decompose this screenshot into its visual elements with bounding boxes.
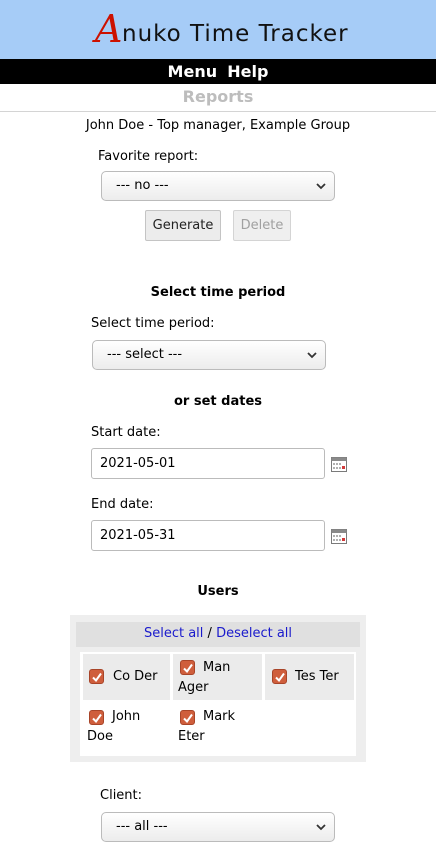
time-period-heading: Select time period — [150, 285, 286, 300]
delete-button[interactable]: Delete — [233, 210, 291, 241]
user-name: John — [112, 709, 141, 724]
help-link[interactable]: Help — [227, 62, 268, 81]
end-date-label: End date: — [91, 497, 154, 512]
user-info: John Doe - Top manager, Example Group — [85, 118, 351, 133]
checkmark-icon — [92, 672, 102, 683]
chevron-down-icon — [316, 183, 326, 190]
client-select[interactable]: --- all --- — [101, 812, 335, 842]
user-checkbox[interactable] — [180, 710, 195, 725]
calendar-icon[interactable] — [331, 457, 347, 472]
set-dates-heading: or set dates — [173, 394, 262, 409]
app-logo[interactable]: A nuko Time Tracker — [0, 0, 436, 59]
end-date-input[interactable]: 2021-05-31 — [91, 520, 325, 551]
user-name: Co Der — [113, 669, 158, 684]
checkmark-icon — [183, 713, 193, 724]
menu-link[interactable]: Menu — [168, 62, 218, 81]
user-checkbox-item[interactable]: Man Ager — [173, 654, 262, 700]
menu-bar: Menu Help — [0, 59, 436, 84]
calendar-icon[interactable] — [331, 529, 347, 544]
link-separator: / — [207, 626, 212, 641]
deselect-all-link[interactable]: Deselect all — [216, 626, 292, 641]
page-title: Reports — [182, 87, 254, 106]
users-heading: Users — [197, 584, 239, 599]
user-name: Mark — [203, 709, 236, 724]
logo-text: nuko Time Tracker — [122, 21, 349, 47]
client-value: --- all --- — [116, 819, 168, 834]
chevron-down-icon — [307, 352, 317, 359]
user-checkbox[interactable] — [180, 660, 195, 675]
checkmark-icon — [275, 672, 285, 683]
user-checkbox[interactable] — [89, 710, 104, 725]
user-name: Man — [203, 660, 231, 675]
app-header: A nuko Time Tracker — [0, 0, 436, 59]
user-name-line2: Ager — [178, 680, 209, 695]
start-date-input[interactable]: 2021-05-01 — [91, 448, 325, 479]
user-checkbox-item[interactable]: Mark Eter — [173, 703, 262, 749]
select-all-link[interactable]: Select all — [144, 626, 203, 641]
user-name-line2: Eter — [178, 729, 205, 744]
title-divider — [0, 111, 436, 112]
favorite-report-select[interactable]: --- no --- — [101, 171, 335, 201]
client-label: Client: — [100, 788, 143, 803]
user-checkbox[interactable] — [89, 669, 104, 684]
users-select-bar: Select all / Deselect all — [76, 622, 360, 647]
time-period-select[interactable]: --- select --- — [92, 340, 326, 370]
start-date-label: Start date: — [91, 425, 161, 440]
user-checkbox-item[interactable]: Co Der — [83, 654, 170, 700]
checkmark-icon — [183, 663, 193, 674]
user-checkbox-item[interactable]: John Doe — [83, 703, 170, 749]
checkmark-icon — [92, 713, 102, 724]
generate-button[interactable]: Generate — [145, 210, 221, 241]
user-checkbox-item[interactable]: Tes Ter — [265, 654, 354, 700]
favorite-report-value: --- no --- — [116, 178, 169, 193]
favorite-report-label: Favorite report: — [98, 149, 199, 164]
chevron-down-icon — [316, 824, 326, 831]
time-period-value: --- select --- — [107, 347, 183, 362]
user-checkbox[interactable] — [272, 669, 287, 684]
user-name: Tes Ter — [295, 669, 339, 684]
time-period-label: Select time period: — [91, 316, 215, 331]
logo-letter: A — [95, 7, 123, 51]
user-name-line2: Doe — [87, 729, 113, 744]
